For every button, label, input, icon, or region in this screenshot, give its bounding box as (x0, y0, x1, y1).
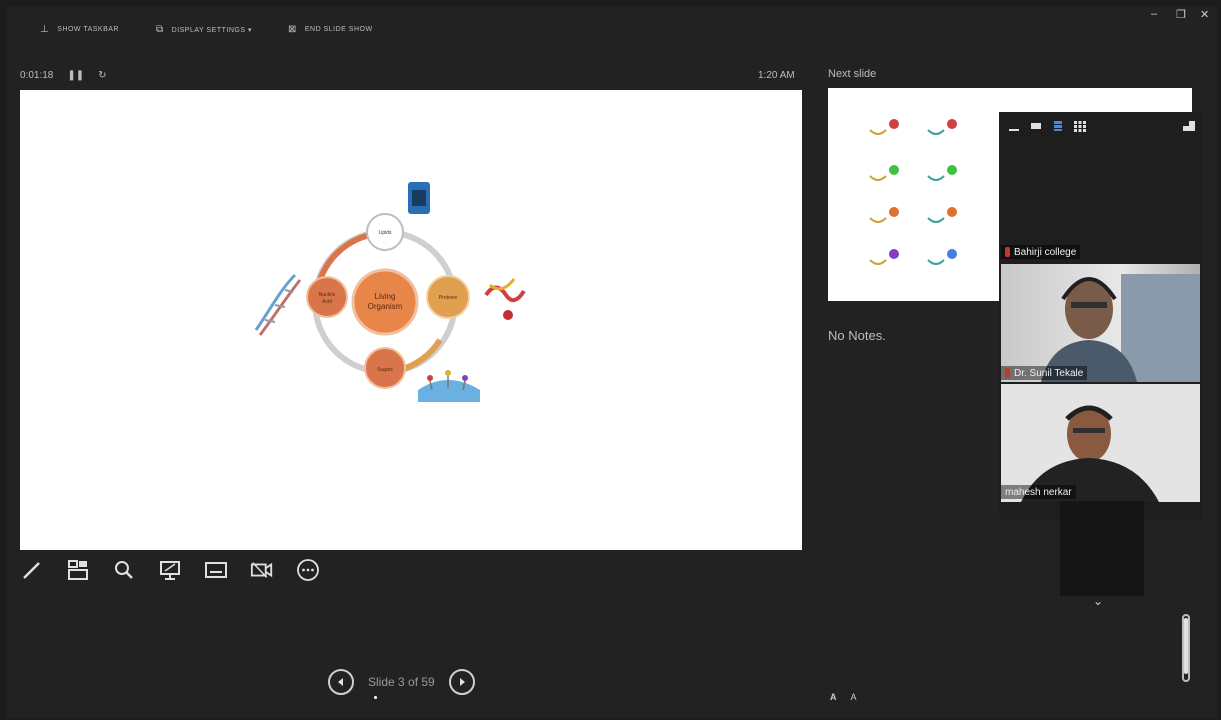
taskbar-icon: ⊥ (40, 24, 50, 35)
pause-icon[interactable]: ❚❚ (67, 70, 84, 81)
participant-name-tag: Dr. Sunil Tekale (1001, 366, 1088, 380)
pen-tool-icon[interactable] (20, 558, 44, 582)
protein-image (484, 278, 526, 320)
participant-video[interactable] (1001, 264, 1200, 382)
proteins-label: Proteins (439, 295, 458, 301)
center-label-line2: Organism (368, 302, 403, 311)
chevron-down-icon[interactable]: ⌄ (1093, 594, 1103, 608)
strip-view-icon[interactable] (1051, 120, 1065, 132)
lipid-image-detail (412, 190, 426, 206)
timer: 0:01:18 ❚❚ ↻ (20, 70, 107, 81)
nucleic-label-line1: Nucleic (319, 292, 336, 298)
display-icon: ⧉ (156, 24, 164, 35)
camera-icon[interactable] (250, 558, 274, 582)
end-slide-show-label: END SLIDE SHOW (304, 26, 373, 33)
show-taskbar-label: SHOW TASKBAR (57, 26, 119, 33)
current-slide[interactable]: Living Organism Lipids Proteins Sugars N… (20, 90, 802, 550)
minimize-overlay-icon[interactable] (1007, 120, 1021, 132)
slide-diagram: Living Organism Lipids Proteins Sugars N… (254, 182, 526, 402)
video-placeholder (1060, 501, 1144, 596)
slide-counter-indicator (374, 696, 377, 699)
participant-name: Bahirji college (1014, 246, 1077, 258)
participant-name: Dr. Sunil Tekale (1014, 367, 1084, 379)
speaker-notes[interactable]: No Notes. (828, 328, 886, 343)
notes-font-controls: A A (830, 692, 857, 702)
next-arrow-icon (459, 678, 465, 686)
slide-tools (20, 558, 320, 582)
presenter-toolbar: ⊥ SHOW TASKBAR ⧉ DISPLAY SETTINGS ▾ ⊠ EN… (6, 6, 1218, 50)
see-all-slides-icon[interactable] (66, 558, 90, 582)
muted-mic-icon (1005, 247, 1010, 257)
close-button[interactable]: ✕ (1200, 8, 1209, 21)
minimize-button[interactable]: – (1151, 8, 1157, 20)
increase-font-button[interactable]: A (830, 692, 837, 702)
slideshow-presenter-view: ⊥ SHOW TASKBAR ⧉ DISPLAY SETTINGS ▾ ⊠ EN… (6, 6, 1218, 718)
slide-counter[interactable]: Slide 3 of 59 (368, 675, 435, 689)
exit-overlay-icon[interactable] (1182, 120, 1196, 132)
previous-slide-button[interactable] (328, 669, 354, 695)
meeting-overlay-toolbar (999, 112, 1202, 142)
dna-image (254, 273, 302, 336)
participant-silhouette (1041, 274, 1200, 382)
more-options-icon[interactable] (296, 558, 320, 582)
sugar-image (418, 370, 480, 402)
lipids-label: Lipids (378, 230, 392, 236)
participant-name-tag: mahesh nerkar (1001, 485, 1076, 499)
sugars-label: Sugars (377, 367, 393, 373)
reset-icon[interactable]: ↻ (98, 70, 106, 81)
end-slide-show-button[interactable]: ⊠ END SLIDE SHOW (288, 24, 373, 35)
gallery-view-icon[interactable] (1073, 120, 1087, 132)
zoom-icon[interactable] (112, 558, 136, 582)
notes-scrollbar-thumb[interactable] (1184, 618, 1188, 674)
show-taskbar-button[interactable]: ⊥ SHOW TASKBAR (40, 24, 119, 35)
restore-button[interactable]: ❐ (1176, 8, 1186, 21)
next-slide-button[interactable] (448, 669, 475, 695)
end-show-icon: ⊠ (288, 24, 297, 35)
meeting-overlay: Bahirji college Dr. Sunil Tekale mahesh … (999, 112, 1202, 519)
display-settings-button[interactable]: ⧉ DISPLAY SETTINGS ▾ (156, 24, 252, 35)
decrease-font-button[interactable]: A (851, 692, 857, 702)
participant-name-tag: Bahirji college (1001, 245, 1081, 259)
speaker-view-icon[interactable] (1029, 120, 1043, 132)
clock: 1:20 AM (758, 70, 795, 81)
next-slide-label: Next slide (828, 68, 877, 80)
elapsed-time: 0:01:18 (20, 70, 54, 81)
nucleic-label-line2: Acid (322, 299, 332, 305)
muted-mic-icon (1005, 368, 1010, 378)
center-label-line1: Living (375, 292, 396, 301)
previous-arrow-icon (338, 678, 343, 686)
subtitles-icon[interactable] (204, 558, 228, 582)
display-settings-label: DISPLAY SETTINGS ▾ (171, 26, 252, 34)
pointer-options-icon[interactable] (158, 558, 182, 582)
slide-navigation: Slide 3 of 59 (328, 669, 475, 695)
participant-name: mahesh nerkar (1005, 486, 1072, 498)
